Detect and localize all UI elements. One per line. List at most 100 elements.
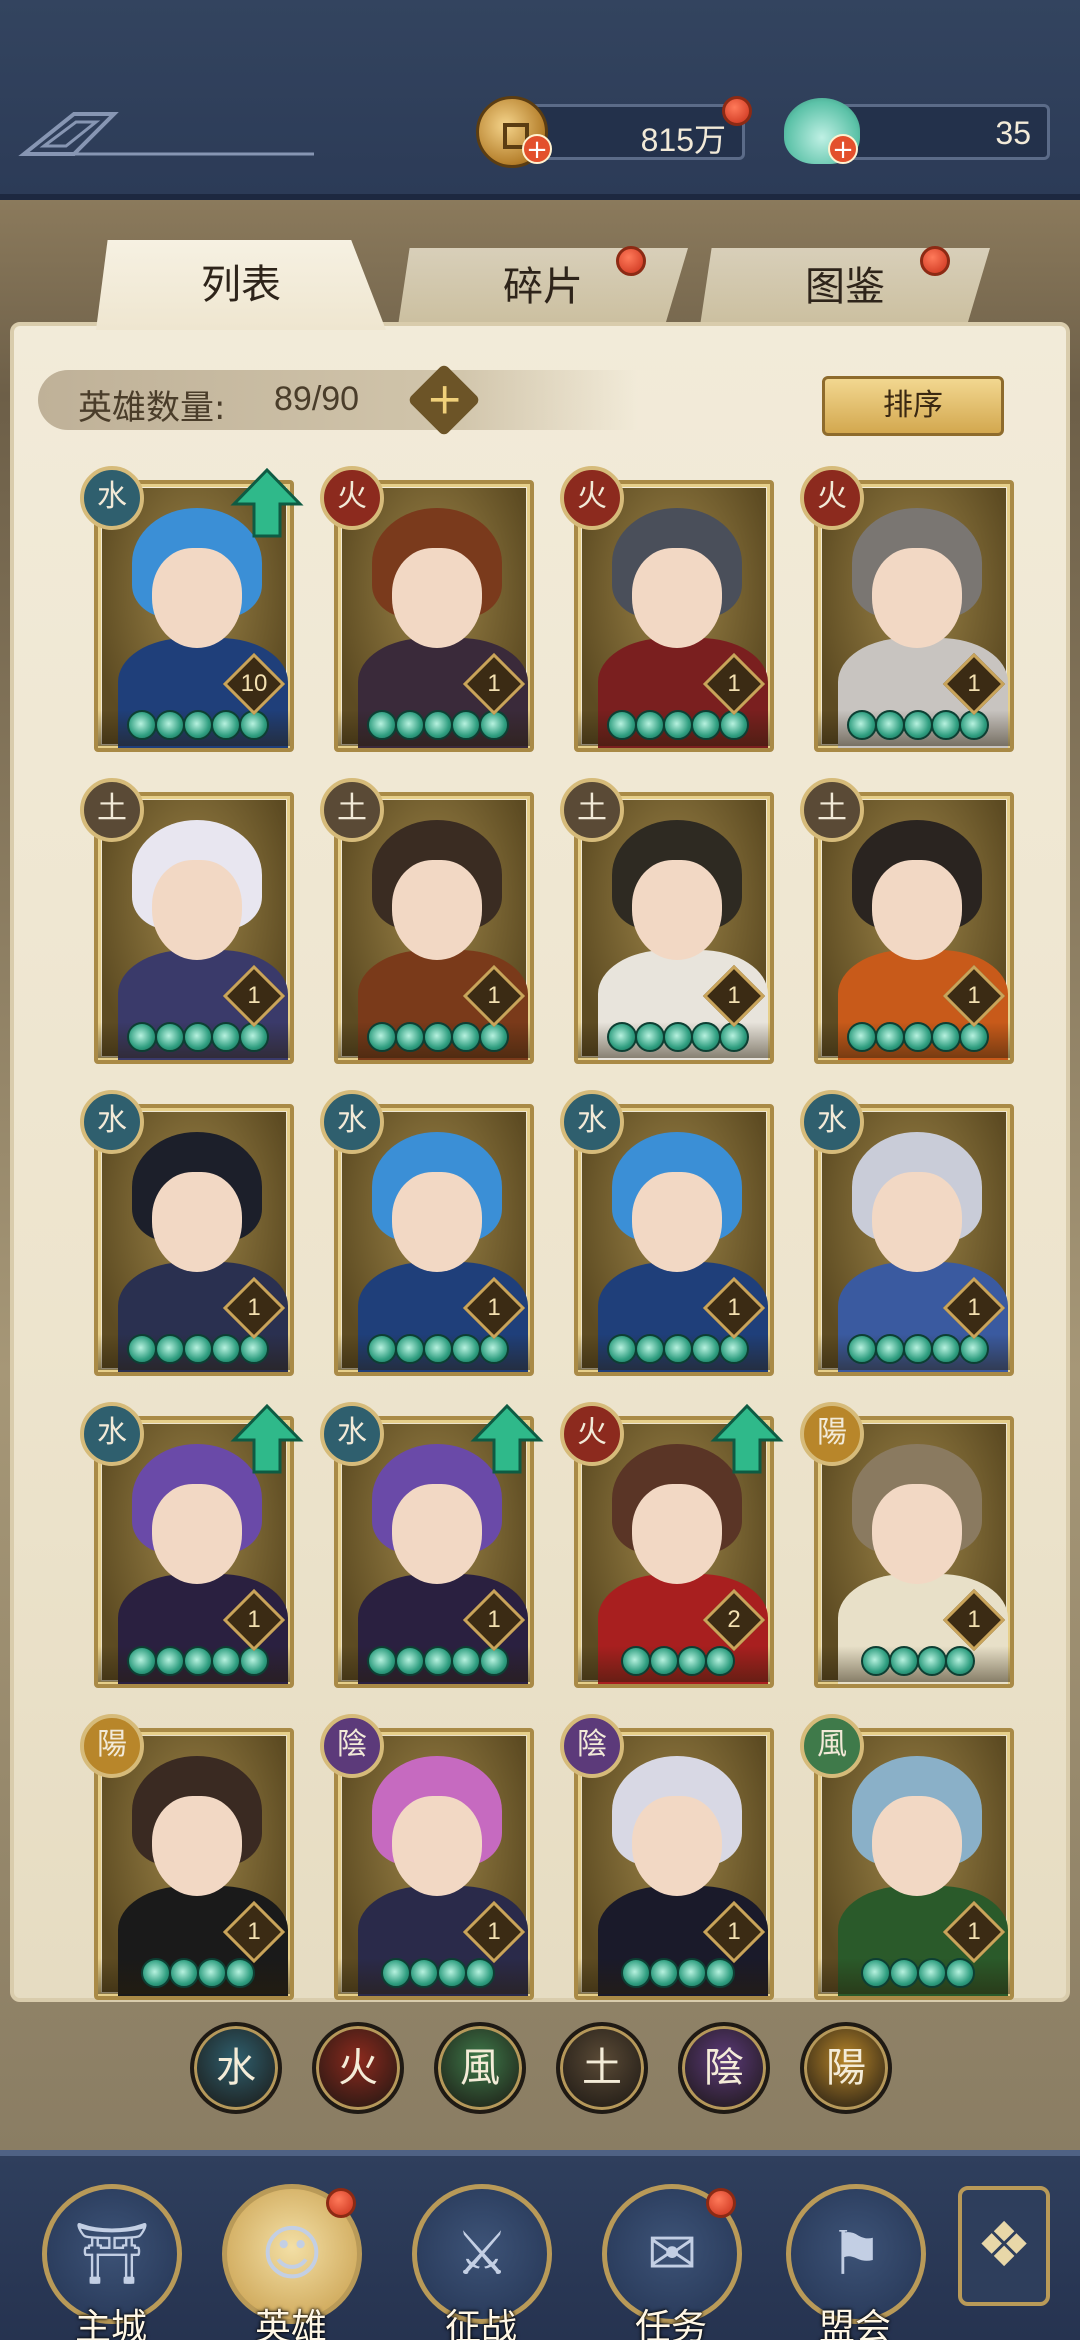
element-filter-button[interactable]: 土 bbox=[556, 2022, 648, 2114]
jade-star-icon bbox=[211, 710, 241, 740]
hero-face bbox=[152, 1484, 242, 1584]
jade-star-icon bbox=[691, 1334, 721, 1364]
jade-star-icon bbox=[183, 1334, 213, 1364]
jade-star-icon bbox=[451, 1022, 481, 1052]
jade-star-icon bbox=[945, 1958, 975, 1988]
element-filter-button[interactable]: 水 bbox=[190, 2022, 282, 2114]
element-filter-button[interactable]: 火 bbox=[312, 2022, 404, 2114]
hero-face bbox=[392, 548, 482, 648]
element-filter-button[interactable]: 風 bbox=[434, 2022, 526, 2114]
element-badge: 陰 bbox=[560, 1714, 624, 1778]
jade-star-icon bbox=[691, 710, 721, 740]
jade-star-icon bbox=[423, 1022, 453, 1052]
pattern-decoration-icon bbox=[18, 112, 314, 156]
coin-counter: 815万 bbox=[520, 104, 745, 160]
star-row bbox=[818, 1646, 1010, 1682]
add-coins-button[interactable]: + bbox=[522, 134, 552, 164]
jade-star-icon bbox=[423, 710, 453, 740]
element-badge: 水 bbox=[80, 466, 144, 530]
element-badge: 土 bbox=[800, 778, 864, 842]
element-filter-button[interactable]: 陰 bbox=[678, 2022, 770, 2114]
scroll-icon: ✉ bbox=[646, 2219, 698, 2289]
nav-item[interactable]: ⚔ 征战 bbox=[406, 2184, 556, 2340]
jade-star-icon bbox=[649, 1646, 679, 1676]
alliance-icon: ⚑ bbox=[829, 2219, 883, 2289]
flower-menu-icon: ❖ bbox=[976, 2208, 1032, 2281]
sort-button[interactable]: 排序 bbox=[822, 376, 1004, 436]
jade-star-icon bbox=[367, 1022, 397, 1052]
jade-star-icon bbox=[607, 1334, 637, 1364]
nav-notification-dot bbox=[326, 2188, 356, 2218]
jade-star-icon bbox=[677, 1958, 707, 1988]
jade-star-icon bbox=[395, 710, 425, 740]
nav-label: 任务 bbox=[634, 2307, 707, 2340]
hero-face bbox=[632, 1484, 722, 1584]
element-badge: 水 bbox=[320, 1402, 384, 1466]
expand-hero-slots-button[interactable]: + bbox=[407, 363, 481, 437]
jade-star-icon bbox=[451, 710, 481, 740]
hero-face bbox=[392, 1484, 482, 1584]
hero-face bbox=[632, 1172, 722, 1272]
hero-count-value: 89/90 bbox=[274, 380, 360, 418]
star-row bbox=[578, 1334, 770, 1370]
star-row bbox=[338, 1646, 530, 1682]
battle-icon: ⚔ bbox=[455, 2219, 509, 2289]
jade-star-icon bbox=[127, 710, 157, 740]
level-value: 1 bbox=[247, 1294, 261, 1321]
element-badge: 土 bbox=[80, 778, 144, 842]
jade-star-icon bbox=[903, 1334, 933, 1364]
element-badge: 火 bbox=[800, 466, 864, 530]
jade-star-icon bbox=[663, 1022, 693, 1052]
jade-star-icon bbox=[367, 1334, 397, 1364]
hero-face bbox=[872, 1172, 962, 1272]
upgrade-arrow-icon bbox=[710, 1403, 784, 1474]
star-row bbox=[338, 710, 530, 746]
hero-portrait-icon: ☺ bbox=[260, 2219, 324, 2289]
star-row bbox=[818, 1334, 1010, 1370]
jade-star-icon bbox=[649, 1958, 679, 1988]
jade-star-icon bbox=[367, 710, 397, 740]
hero-list-panel: 英雄数量: 89/90 + 排序 10 水 1 火 1 火 1 火 1 土 1 土 1 土 1 土 1 水 1 水 1 水… bbox=[10, 322, 1070, 2002]
jade-star-icon bbox=[141, 1958, 171, 1988]
jade-star-icon bbox=[155, 1022, 185, 1052]
nav-label: 英雄 bbox=[254, 2307, 327, 2340]
nav-item[interactable]: ⛩ 主城 bbox=[36, 2184, 186, 2340]
level-value: 1 bbox=[967, 1606, 981, 1633]
nav-item[interactable]: ⚑ 盟会 bbox=[780, 2184, 930, 2340]
star-row bbox=[98, 710, 290, 746]
hero-face bbox=[392, 1172, 482, 1272]
nav-item[interactable]: ☺ 英雄 bbox=[216, 2184, 366, 2340]
jade-star-icon bbox=[127, 1334, 157, 1364]
jade-star-icon bbox=[861, 1646, 891, 1676]
jade-star-icon bbox=[211, 1334, 241, 1364]
level-value: 1 bbox=[727, 982, 741, 1009]
coin-value: 815万 bbox=[640, 122, 726, 158]
jade-star-icon bbox=[211, 1646, 241, 1676]
star-row bbox=[578, 1646, 770, 1682]
level-value: 1 bbox=[247, 982, 261, 1009]
level-value: 1 bbox=[727, 1294, 741, 1321]
star-row bbox=[338, 1334, 530, 1370]
jade-star-icon bbox=[465, 1958, 495, 1988]
star-row bbox=[818, 1022, 1010, 1058]
element-filter-button[interactable]: 陽 bbox=[800, 2022, 892, 2114]
jade-star-icon bbox=[211, 1022, 241, 1052]
hero-face bbox=[152, 548, 242, 648]
jade-star-icon bbox=[691, 1022, 721, 1052]
menu-button[interactable]: ❖ bbox=[958, 2186, 1050, 2306]
jade-star-icon bbox=[607, 710, 637, 740]
tab-list[interactable]: 列表 bbox=[96, 240, 386, 330]
city-gate-icon: ⛩ bbox=[73, 2219, 151, 2289]
jade-star-icon bbox=[423, 1646, 453, 1676]
element-badge: 火 bbox=[560, 1402, 624, 1466]
jade-star-icon bbox=[875, 710, 905, 740]
star-row bbox=[98, 1958, 290, 1994]
level-value: 1 bbox=[487, 982, 501, 1009]
nav-item[interactable]: ✉ 任务 bbox=[596, 2184, 746, 2340]
add-jade-button[interactable]: + bbox=[828, 134, 858, 164]
element-badge: 風 bbox=[800, 1714, 864, 1778]
jade-star-icon bbox=[705, 1646, 735, 1676]
jade-star-icon bbox=[663, 710, 693, 740]
element-badge: 水 bbox=[80, 1402, 144, 1466]
hero-face bbox=[872, 1484, 962, 1584]
